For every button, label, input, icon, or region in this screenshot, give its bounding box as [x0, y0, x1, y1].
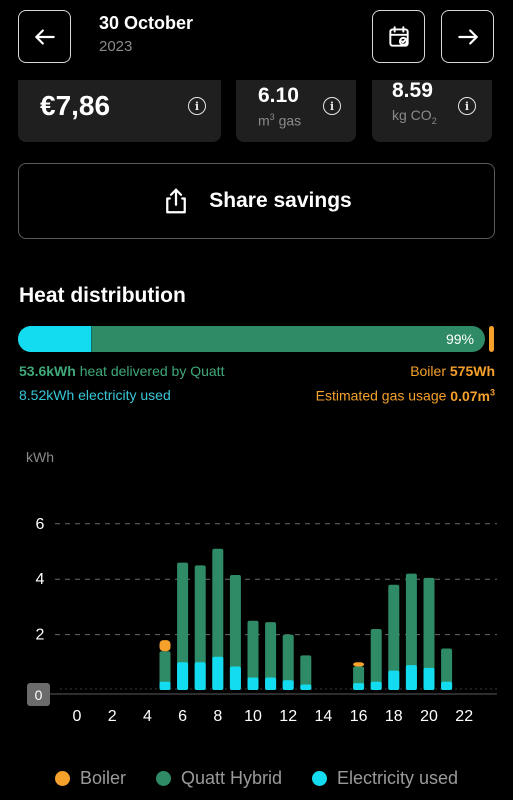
- heat-percent-label: 99%: [445, 331, 474, 347]
- legend-electricity-label: Electricity used: [337, 768, 459, 788]
- savings-info-icon[interactable]: i: [188, 97, 206, 115]
- boiler-bar: [159, 640, 171, 652]
- gas-info-icon[interactable]: i: [323, 97, 341, 115]
- date-year: 2023: [99, 38, 133, 55]
- electricity-bar: [353, 683, 365, 690]
- electricity-bar: [441, 681, 453, 690]
- share-savings-button[interactable]: Share savings: [18, 163, 495, 239]
- legend-electricity[interactable]: Electricity used: [312, 768, 458, 789]
- y-tick-label: 6: [36, 516, 45, 533]
- electricity-bar: [159, 681, 171, 690]
- calendar-icon: [388, 25, 409, 47]
- forward-button[interactable]: [441, 10, 494, 63]
- share-savings-label: Share savings: [209, 189, 352, 212]
- legend-quatt-label: Quatt Hybrid: [180, 768, 283, 788]
- electricity-bar: [423, 667, 435, 690]
- electricity-bar: [177, 662, 189, 690]
- legend-quatt[interactable]: Quatt Hybrid: [155, 768, 283, 789]
- electricity-bar: [229, 666, 241, 690]
- x-tick-label: 12: [279, 708, 297, 725]
- gas-usage-value: 0.07m3: [450, 387, 495, 404]
- share-icon: [166, 188, 187, 214]
- y-tick-label: 4: [36, 571, 45, 588]
- x-tick-label: 6: [178, 708, 187, 725]
- x-tick-label: 20: [420, 708, 438, 725]
- co2-info-icon[interactable]: i: [458, 97, 476, 115]
- boiler-bar: [353, 662, 365, 667]
- electricity-bar: [265, 677, 277, 690]
- electricity-bar: [247, 677, 259, 690]
- heat-distribution-bar: 99%: [18, 326, 485, 352]
- boiler-bar-segment: [489, 326, 494, 352]
- legend-boiler[interactable]: Boiler: [54, 768, 126, 789]
- electricity-bar: [212, 656, 224, 690]
- legend-boiler-label: Boiler: [79, 768, 126, 788]
- calendar-button[interactable]: [372, 10, 425, 63]
- co2-unit: kg CO2: [392, 107, 437, 126]
- heat-distribution-title: Heat distribution: [19, 284, 186, 307]
- x-tick-label: 8: [213, 708, 222, 725]
- electricity-bar: [370, 681, 382, 690]
- legend-boiler-dot: [54, 771, 70, 786]
- electricity-bar-segment: [18, 326, 92, 352]
- co2-card: 8.59 kg CO2 i: [372, 79, 492, 142]
- gas-card: 6.10 m3 gas i: [236, 80, 356, 142]
- electricity-bar: [194, 662, 206, 690]
- x-tick-label: 18: [385, 708, 403, 725]
- electricity-bar: [300, 684, 312, 690]
- back-button[interactable]: [18, 10, 71, 63]
- boiler-value: 575Wh: [449, 363, 495, 379]
- savings-card: €7,86 i: [18, 80, 221, 142]
- hourly-heat-chart: kWh 0 2 4 6 0 2 4 6 8 10 12 14 16 18 20 22: [26, 449, 497, 725]
- x-tick-label: 14: [315, 708, 333, 725]
- co2-value: 8.59: [392, 79, 433, 102]
- arrow-right-icon: [457, 28, 478, 45]
- y-tick-label: 0: [35, 687, 43, 703]
- x-tick-label: 22: [455, 708, 473, 725]
- x-tick-label: 10: [244, 708, 262, 725]
- legend-electricity-dot: [312, 771, 328, 786]
- electricity-used-text: 8.52kWh electricity used: [19, 387, 171, 403]
- gas-unit: m3 gas: [258, 112, 302, 129]
- gas-value: 6.10: [258, 84, 299, 107]
- quatt-hybrid-bar: [370, 629, 382, 690]
- gas-usage-text: Estimated gas usage 0.07m3: [315, 387, 495, 404]
- y-axis-label: kWh: [26, 449, 54, 465]
- x-tick-label: 2: [108, 708, 117, 725]
- chart-legend: Boiler Quatt Hybrid Electricity used: [0, 768, 513, 789]
- x-tick-label: 4: [143, 708, 152, 725]
- electricity-bar: [405, 665, 417, 690]
- electricity-bar: [282, 680, 294, 690]
- x-tick-label: 0: [73, 708, 82, 725]
- x-tick-label: 16: [350, 708, 368, 725]
- legend-quatt-dot: [155, 771, 171, 786]
- savings-value: €7,86: [40, 90, 111, 121]
- y-tick-label: 2: [36, 627, 45, 644]
- arrow-left-icon: [34, 28, 55, 45]
- heat-delivered-text: 53.6kWh heat delivered by Quatt: [19, 363, 225, 379]
- boiler-text: Boiler 575Wh: [410, 363, 495, 379]
- date-title: 30 October: [99, 13, 194, 33]
- heat-delivered-value: 53.6kWh: [19, 363, 76, 379]
- electricity-bar: [388, 670, 400, 690]
